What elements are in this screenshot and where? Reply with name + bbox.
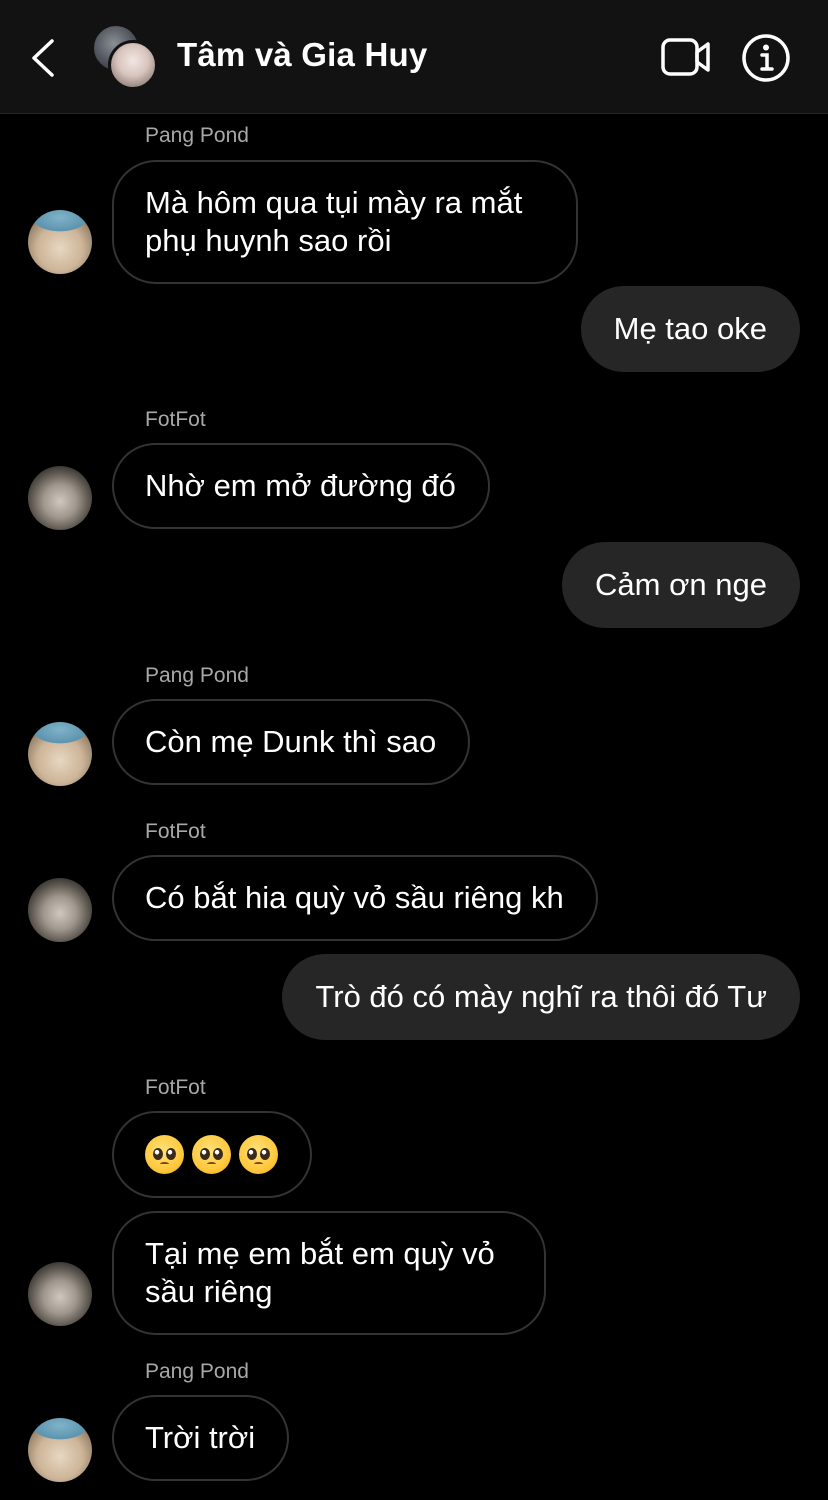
outgoing-message[interactable]: Trò đó có mày nghĩ ra thôi đó Tư	[282, 954, 800, 1040]
incoming-message[interactable]: Tại mẹ em bắt em quỳ vỏ sầu riêng	[112, 1211, 546, 1335]
info-circle-icon	[742, 34, 790, 82]
incoming-message[interactable]: Có bắt hia quỳ vỏ sầu riêng kh	[112, 855, 598, 941]
chat-header: Tâm và Gia Huy	[0, 0, 828, 114]
back-button[interactable]	[26, 36, 66, 80]
sender-name: Pang Pond	[145, 124, 249, 147]
sender-avatar[interactable]	[28, 722, 92, 786]
pleading-face-emoji	[239, 1135, 278, 1174]
chat-title[interactable]: Tâm và Gia Huy	[177, 36, 427, 74]
incoming-message[interactable]: Còn mẹ Dunk thì sao	[112, 699, 471, 785]
sender-avatar[interactable]	[28, 878, 92, 942]
sender-avatar[interactable]	[28, 1262, 92, 1326]
incoming-message[interactable]: Trời trời	[112, 1395, 290, 1481]
chevron-left-icon	[32, 39, 54, 77]
incoming-message[interactable]: Mà hôm qua tụi mày ra mắt phụ huynh sao …	[112, 160, 578, 284]
sender-avatar[interactable]	[28, 466, 92, 530]
outgoing-message[interactable]: Mẹ tao oke	[580, 286, 800, 372]
group-avatar[interactable]	[92, 24, 158, 90]
pleading-face-emoji	[192, 1135, 231, 1174]
outgoing-message[interactable]: Cảm ơn nge	[562, 542, 800, 628]
chat-screen: Tâm và Gia Huy Pang Pond Mà hôm qua tụi …	[0, 0, 828, 1500]
member-avatar	[108, 40, 158, 90]
sender-name: FotFot	[145, 820, 206, 843]
video-call-button[interactable]	[660, 36, 712, 78]
sender-avatar[interactable]	[28, 1418, 92, 1482]
pleading-face-emoji	[145, 1135, 184, 1174]
sender-name: FotFot	[145, 1076, 206, 1099]
incoming-message[interactable]	[112, 1111, 312, 1198]
sender-name: FotFot	[145, 408, 206, 431]
emoji-row	[145, 1135, 278, 1174]
info-button[interactable]	[741, 33, 791, 83]
incoming-message[interactable]: Nhờ em mở đường đó	[112, 443, 490, 529]
video-camera-icon	[661, 38, 710, 76]
sender-name: Pang Pond	[145, 1360, 249, 1383]
sender-name: Pang Pond	[145, 664, 249, 687]
sender-avatar[interactable]	[28, 210, 92, 274]
